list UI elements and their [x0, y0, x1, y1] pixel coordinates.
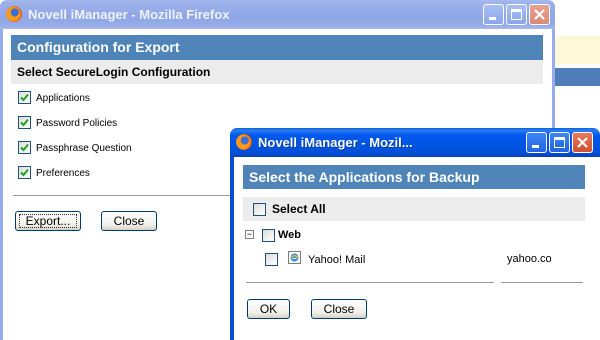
background-strip-top: [553, 0, 600, 36]
maximize-button[interactable]: [506, 4, 527, 25]
column-divider-right: [501, 282, 583, 283]
maximize-button[interactable]: [549, 132, 570, 153]
ok-button[interactable]: OK: [247, 299, 290, 319]
export-header: Configuration for Export: [11, 35, 543, 60]
preferences-checkbox[interactable]: [18, 166, 31, 179]
export-window-titlebar[interactable]: Novell iManager - Mozilla Firefox: [0, 0, 555, 29]
password-policies-checkbox[interactable]: [18, 116, 31, 129]
window-frame-left: [0, 29, 3, 340]
firefox-icon: [236, 134, 252, 150]
yahoo-mail-label: Yahoo! Mail: [308, 254, 366, 266]
export-subheader: Select SecureLogin Configuration: [11, 60, 543, 84]
applications-label: Applications: [36, 93, 90, 104]
select-all-label: Select All: [272, 202, 326, 216]
minimize-button[interactable]: [483, 4, 504, 25]
close-window-button[interactable]: [529, 4, 550, 25]
minimize-button[interactable]: [526, 132, 547, 153]
export-window-title: Novell iManager - Mozilla Firefox: [28, 7, 230, 22]
web-group-checkbox[interactable]: [262, 229, 275, 242]
web-group-label: Web: [278, 229, 302, 241]
yahoo-mail-checkbox[interactable]: [265, 253, 278, 266]
preferences-label: Preferences: [36, 168, 90, 179]
background-strip-bottom: [553, 86, 600, 126]
backup-close-button[interactable]: Close: [311, 299, 367, 319]
background-strip-yellow: [553, 36, 600, 64]
collapse-icon[interactable]: −: [245, 230, 254, 239]
column-divider-left: [246, 282, 494, 283]
firefox-icon: [6, 6, 22, 22]
yahoo-mail-value: yahoo.co: [507, 253, 552, 265]
select-all-checkbox[interactable]: [253, 203, 266, 216]
export-button-label: Export...: [25, 214, 71, 228]
background-strip-blue: [553, 68, 600, 86]
backup-header: Select the Applications for Backup: [243, 165, 585, 189]
window-frame-left: [230, 157, 234, 340]
password-policies-label: Password Policies: [36, 118, 118, 129]
backup-window-title: Novell iManager - Mozil...: [258, 135, 413, 150]
backup-window-titlebar[interactable]: Novell iManager - Mozil...: [230, 128, 600, 157]
select-all-row[interactable]: Select All: [243, 197, 585, 221]
export-close-button[interactable]: Close: [101, 211, 157, 231]
passphrase-question-checkbox[interactable]: [18, 141, 31, 154]
applications-checkbox[interactable]: [18, 91, 31, 104]
passphrase-question-label: Passphrase Question: [36, 143, 132, 154]
backup-window: Novell iManager - Mozil... Select the Ap…: [230, 128, 600, 340]
export-button[interactable]: Export...: [15, 211, 81, 231]
ie-globe-icon: [288, 251, 301, 264]
close-window-button[interactable]: [572, 132, 593, 153]
